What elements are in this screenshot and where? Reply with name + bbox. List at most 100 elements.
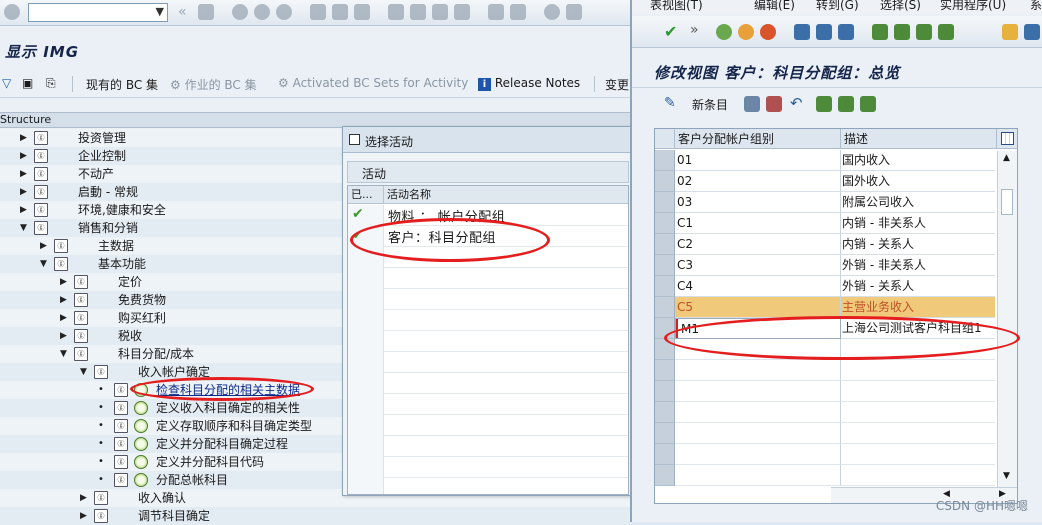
description-cell[interactable]: 上海公司测试客户科目组1 <box>841 318 995 339</box>
expand-arrow-icon[interactable]: ▶ <box>20 147 27 165</box>
description-cell[interactable] <box>841 360 995 381</box>
previous-page-icon[interactable] <box>410 4 426 20</box>
expand-arrow-icon[interactable]: ▶ <box>60 327 67 345</box>
table-settings-icon[interactable] <box>997 129 1017 149</box>
menu-item[interactable]: 选择(S) <box>880 0 921 13</box>
info-icon[interactable]: ⎘ <box>46 76 56 91</box>
exit-icon[interactable] <box>738 24 754 40</box>
menu-item[interactable]: 编辑(E) <box>754 0 795 13</box>
release-notes-button[interactable]: i Release Notes <box>478 76 580 91</box>
account-group-cell[interactable] <box>675 402 841 423</box>
enter-icon[interactable] <box>4 4 20 20</box>
account-group-cell[interactable]: C2 <box>675 234 841 255</box>
menu-item[interactable]: 系 <box>1030 0 1042 13</box>
layout-icon[interactable] <box>566 4 582 20</box>
last-page-icon[interactable] <box>938 24 954 40</box>
scroll-thumb[interactable] <box>1001 189 1013 215</box>
account-group-cell[interactable]: C1 <box>675 213 841 234</box>
expand-arrow-icon[interactable]: ▶ <box>60 273 67 291</box>
help-icon[interactable] <box>544 4 560 20</box>
table-row[interactable]: C3 外销 - 非关系人 <box>675 255 995 276</box>
description-cell[interactable] <box>841 339 995 360</box>
description-cell[interactable]: 外销 - 非关系人 <box>841 255 995 276</box>
menu-item[interactable]: 实用程序(U) <box>940 0 1006 13</box>
account-group-cell[interactable]: 01 <box>675 150 841 171</box>
new-session-icon[interactable] <box>1002 24 1018 40</box>
expand-arrow-icon[interactable]: ▶ <box>80 489 87 507</box>
table-row[interactable]: M1 上海公司测试客户科目组1 <box>675 318 995 339</box>
table-row[interactable]: C5 主营业务收入 <box>675 297 995 318</box>
description-cell[interactable] <box>841 381 995 402</box>
select-all-corner[interactable] <box>655 129 675 149</box>
documentation-icon[interactable]: ⓖ <box>34 221 48 235</box>
last-page-icon[interactable] <box>454 4 470 20</box>
table-row[interactable]: 01 国内收入 <box>675 150 995 171</box>
documentation-icon[interactable]: ⓖ <box>34 167 48 181</box>
account-group-cell[interactable] <box>675 465 841 486</box>
expand-arrow-icon[interactable]: ▶ <box>60 291 67 309</box>
expand-arrow-icon[interactable]: ▶ <box>20 183 27 201</box>
row-selector[interactable] <box>655 444 675 465</box>
account-group-cell[interactable]: 03 <box>675 192 841 213</box>
documentation-icon[interactable]: ⓖ <box>94 491 108 505</box>
documentation-icon[interactable]: ⓖ <box>114 419 128 433</box>
description-cell[interactable] <box>841 444 995 465</box>
new-entries-button[interactable]: 新条目 <box>692 96 728 113</box>
description-cell[interactable] <box>841 465 995 486</box>
table-row[interactable] <box>675 402 995 423</box>
documentation-icon[interactable]: ⓖ <box>34 149 48 163</box>
account-group-cell[interactable]: 02 <box>675 171 841 192</box>
deselect-all-icon[interactable] <box>860 96 876 112</box>
new-session-icon[interactable] <box>488 4 504 20</box>
next-page-icon[interactable] <box>916 24 932 40</box>
execute-activity-icon[interactable] <box>134 401 148 415</box>
table-row[interactable]: C1 内销 - 非关系人 <box>675 213 995 234</box>
row-selector[interactable] <box>655 234 675 255</box>
table-row[interactable] <box>675 423 995 444</box>
expand-icon[interactable]: ▽ <box>2 76 11 90</box>
next-page-icon[interactable] <box>432 4 448 20</box>
documentation-icon[interactable]: ⓖ <box>74 311 88 325</box>
documentation-icon[interactable]: ⓖ <box>74 275 88 289</box>
row-selector[interactable] <box>655 465 675 486</box>
tree-node[interactable]: ▶ ⓖ 调节科目确定 <box>0 507 632 525</box>
documentation-icon[interactable]: ⓖ <box>114 437 128 451</box>
back-icon[interactable] <box>716 24 732 40</box>
account-group-cell[interactable]: M1 <box>675 318 841 339</box>
row-selector[interactable] <box>655 423 675 444</box>
exit-icon[interactable] <box>254 4 270 20</box>
account-group-cell[interactable] <box>675 339 841 360</box>
menu-item[interactable]: 表视图(T) <box>650 0 703 13</box>
row-selector[interactable] <box>655 360 675 381</box>
table-row[interactable]: C4 外销 - 关系人 <box>675 276 995 297</box>
row-selector[interactable] <box>655 318 675 339</box>
column-header-done[interactable]: 已... <box>348 186 384 204</box>
table-row[interactable] <box>675 360 995 381</box>
column-header-activity-name[interactable]: 活动名称 <box>384 186 628 204</box>
documentation-icon[interactable]: ⓖ <box>94 365 108 379</box>
column-header-code[interactable]: 客户分配帐户组别 <box>675 129 841 149</box>
documentation-icon[interactable]: ⓖ <box>74 293 88 307</box>
table-row[interactable]: ✔ 客户：科目分配组 <box>348 226 628 247</box>
documentation-icon[interactable]: ▣ <box>22 76 33 90</box>
row-selector[interactable] <box>655 297 675 318</box>
scroll-down-icon[interactable]: ▼ <box>1003 471 1010 481</box>
execute-activity-icon[interactable] <box>134 419 148 433</box>
row-selector[interactable] <box>655 192 675 213</box>
row-selector[interactable] <box>655 339 675 360</box>
documentation-icon[interactable]: ⓖ <box>114 455 128 469</box>
description-cell[interactable]: 国外收入 <box>841 171 995 192</box>
undo-icon[interactable]: ↶ <box>790 94 803 112</box>
command-field[interactable]: ▼ <box>28 3 168 22</box>
row-selector[interactable] <box>655 171 675 192</box>
copy-icon[interactable] <box>744 96 760 112</box>
activity-name[interactable]: 客户：科目分配组 <box>388 227 496 246</box>
documentation-icon[interactable]: ⓖ <box>34 203 48 217</box>
edit-toggle-icon[interactable]: ✎ <box>664 95 676 111</box>
documentation-icon[interactable]: ⓖ <box>114 401 128 415</box>
activity-name[interactable]: 物料 ： 帐户分配组 <box>388 206 505 225</box>
table-row[interactable]: 03 附属公司收入 <box>675 192 995 213</box>
expand-arrow-icon[interactable]: ▶ <box>20 201 27 219</box>
description-cell[interactable]: 主营业务收入 <box>841 297 995 318</box>
select-all-icon[interactable] <box>816 96 832 112</box>
